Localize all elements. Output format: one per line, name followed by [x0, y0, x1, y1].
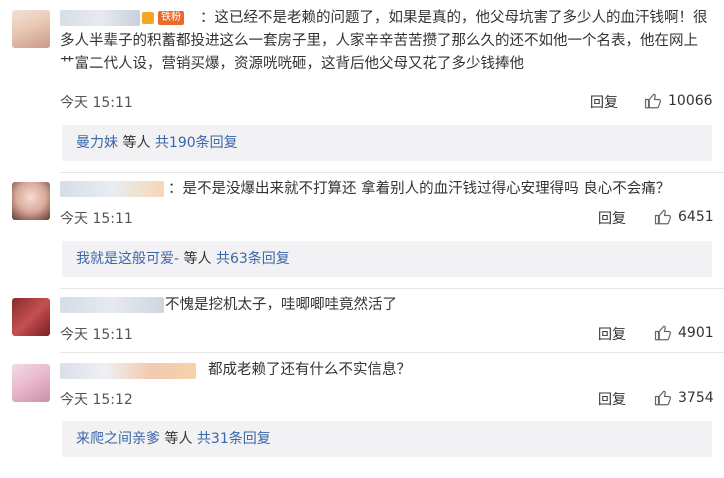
comment-text: 都成老赖了还有什么不实信息？ — [208, 362, 411, 378]
avatar[interactable] — [12, 364, 50, 402]
sub-reply-mid: 等人 — [118, 135, 155, 151]
comment-meta: 今天 15:11 回复 10066 — [60, 92, 713, 112]
timestamp: 今天 15:11 — [60, 211, 133, 227]
comment-text: ：是不是没爆出来就不打算还 拿着别人的血汗钱过得心安理得吗 良心不会痛？ — [168, 181, 671, 197]
sub-reply-count[interactable]: 共190条回复 — [155, 135, 238, 151]
reply-button[interactable]: 回复 — [598, 389, 626, 409]
thumbs-up-icon — [654, 325, 671, 341]
sub-replies-box[interactable]: 来爬之间亲爹 等人 共31条回复 — [62, 421, 712, 457]
sub-reply-count[interactable]: 共63条回复 — [216, 251, 290, 267]
like-count: 10066 — [668, 93, 713, 109]
sub-reply-user[interactable]: 来爬之间亲爹 — [76, 431, 160, 447]
divider — [60, 352, 724, 353]
avatar[interactable] — [12, 298, 50, 336]
comment-text: ：这已经不是老赖的问题了，如果是真的，他父母坑害了多少人的血汗钱啊！很多人半辈子… — [60, 10, 708, 72]
avatar[interactable] — [12, 10, 50, 48]
username-blurred[interactable] — [60, 180, 164, 198]
reply-button[interactable]: 回复 — [598, 208, 626, 228]
sub-replies-box[interactable]: 我就是这般可爱- 等人 共63条回复 — [62, 241, 712, 277]
like-button[interactable]: 3754 — [654, 389, 714, 407]
thumbs-up-icon — [654, 209, 671, 225]
reply-button[interactable]: 回复 — [590, 92, 618, 112]
username-blurred[interactable] — [60, 296, 164, 314]
like-count: 6451 — [678, 209, 714, 225]
timestamp: 今天 15:12 — [60, 392, 133, 408]
sub-reply-mid: 等人 — [160, 431, 197, 447]
sub-reply-count[interactable]: 共31条回复 — [197, 431, 271, 447]
thumbs-up-icon — [644, 93, 661, 109]
comment-meta: 今天 15:12 回复 3754 — [60, 389, 714, 409]
timestamp: 今天 15:11 — [60, 327, 133, 343]
username-blurred[interactable] — [60, 362, 196, 380]
like-button[interactable]: 10066 — [644, 92, 713, 110]
avatar[interactable] — [12, 182, 50, 220]
thumbs-up-icon — [654, 390, 671, 406]
sub-reply-user[interactable]: 曼力妹 — [76, 135, 118, 151]
divider — [60, 172, 724, 173]
like-button[interactable]: 4901 — [654, 324, 714, 342]
timestamp: 今天 15:11 — [60, 95, 133, 111]
like-count: 3754 — [678, 390, 714, 406]
comment-text: 不愧是挖机太子，哇唧唧哇竟然活了 — [165, 297, 397, 313]
like-count: 4901 — [678, 325, 714, 341]
sub-reply-user[interactable]: 我就是这般可爱- — [76, 251, 179, 267]
comment-meta: 今天 15:11 回复 4901 — [60, 324, 714, 344]
comment-meta: 今天 15:11 回复 6451 — [60, 208, 714, 228]
divider — [60, 288, 724, 289]
reply-button[interactable]: 回复 — [598, 324, 626, 344]
sub-reply-mid: 等人 — [179, 251, 216, 267]
like-button[interactable]: 6451 — [654, 208, 714, 226]
sub-replies-box[interactable]: 曼力妹 等人 共190条回复 — [62, 125, 712, 161]
